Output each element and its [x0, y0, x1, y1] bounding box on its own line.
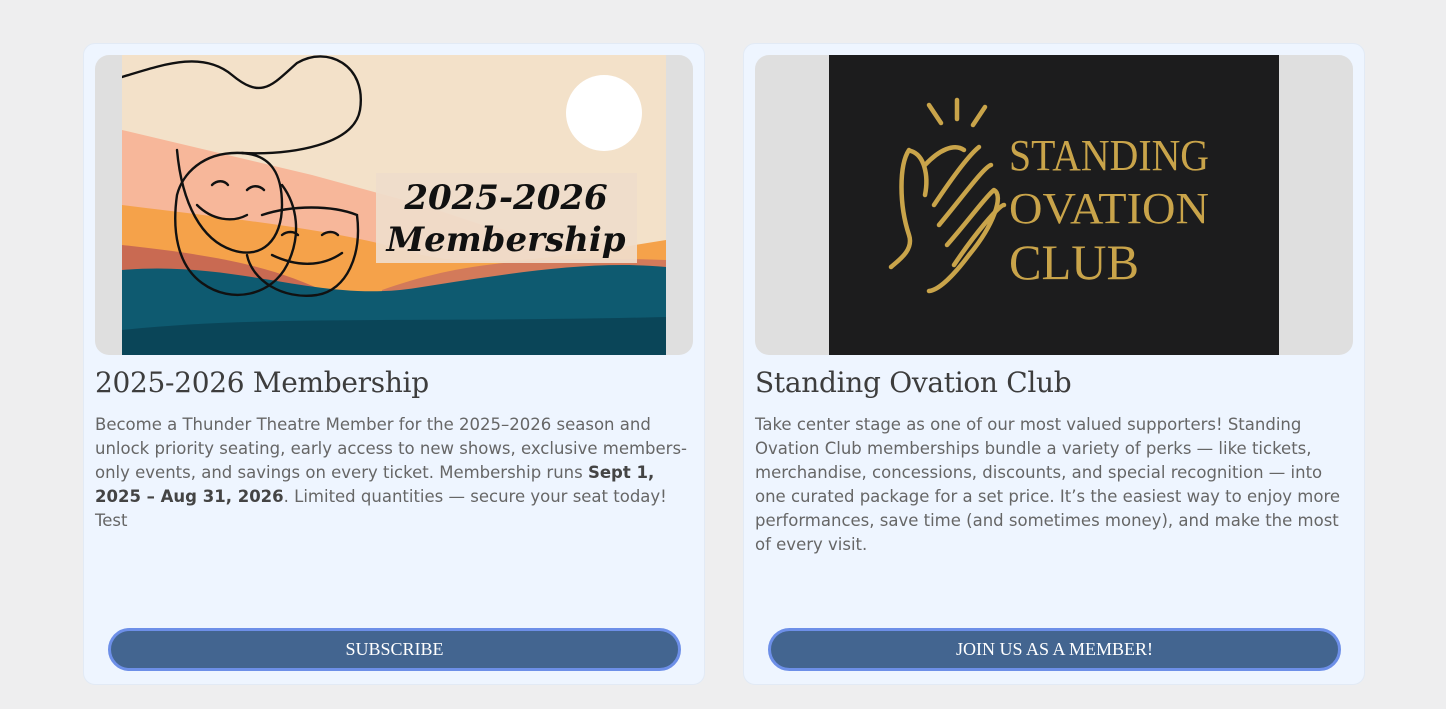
membership-image: 2025-2026 Membership — [95, 55, 693, 355]
ovation-image-line1: STANDING — [1009, 131, 1209, 180]
subscribe-button[interactable]: SUBSCRIBE — [108, 628, 681, 671]
standing-ovation-image: STANDING OVATION CLUB — [755, 55, 1353, 355]
standing-ovation-description: Take center stage as one of our most val… — [755, 415, 1341, 554]
membership-image-line2: Membership — [385, 220, 625, 260]
standing-ovation-card: STANDING OVATION CLUB Standing Ovation C… — [743, 43, 1365, 685]
join-member-button[interactable]: JOIN US AS A MEMBER! — [768, 628, 1341, 671]
membership-image-line1: 2025-2026 — [403, 178, 607, 218]
membership-title: 2025-2026 Membership — [95, 366, 429, 399]
membership-description: Become a Thunder Theatre Member for the … — [95, 413, 695, 533]
ovation-image-line2: OVATION — [1009, 184, 1209, 233]
standing-ovation-title: Standing Ovation Club — [755, 366, 1072, 399]
membership-card: 2025-2026 Membership 2025-2026 Membershi… — [83, 43, 705, 685]
ovation-image-line3: CLUB — [1009, 234, 1139, 290]
